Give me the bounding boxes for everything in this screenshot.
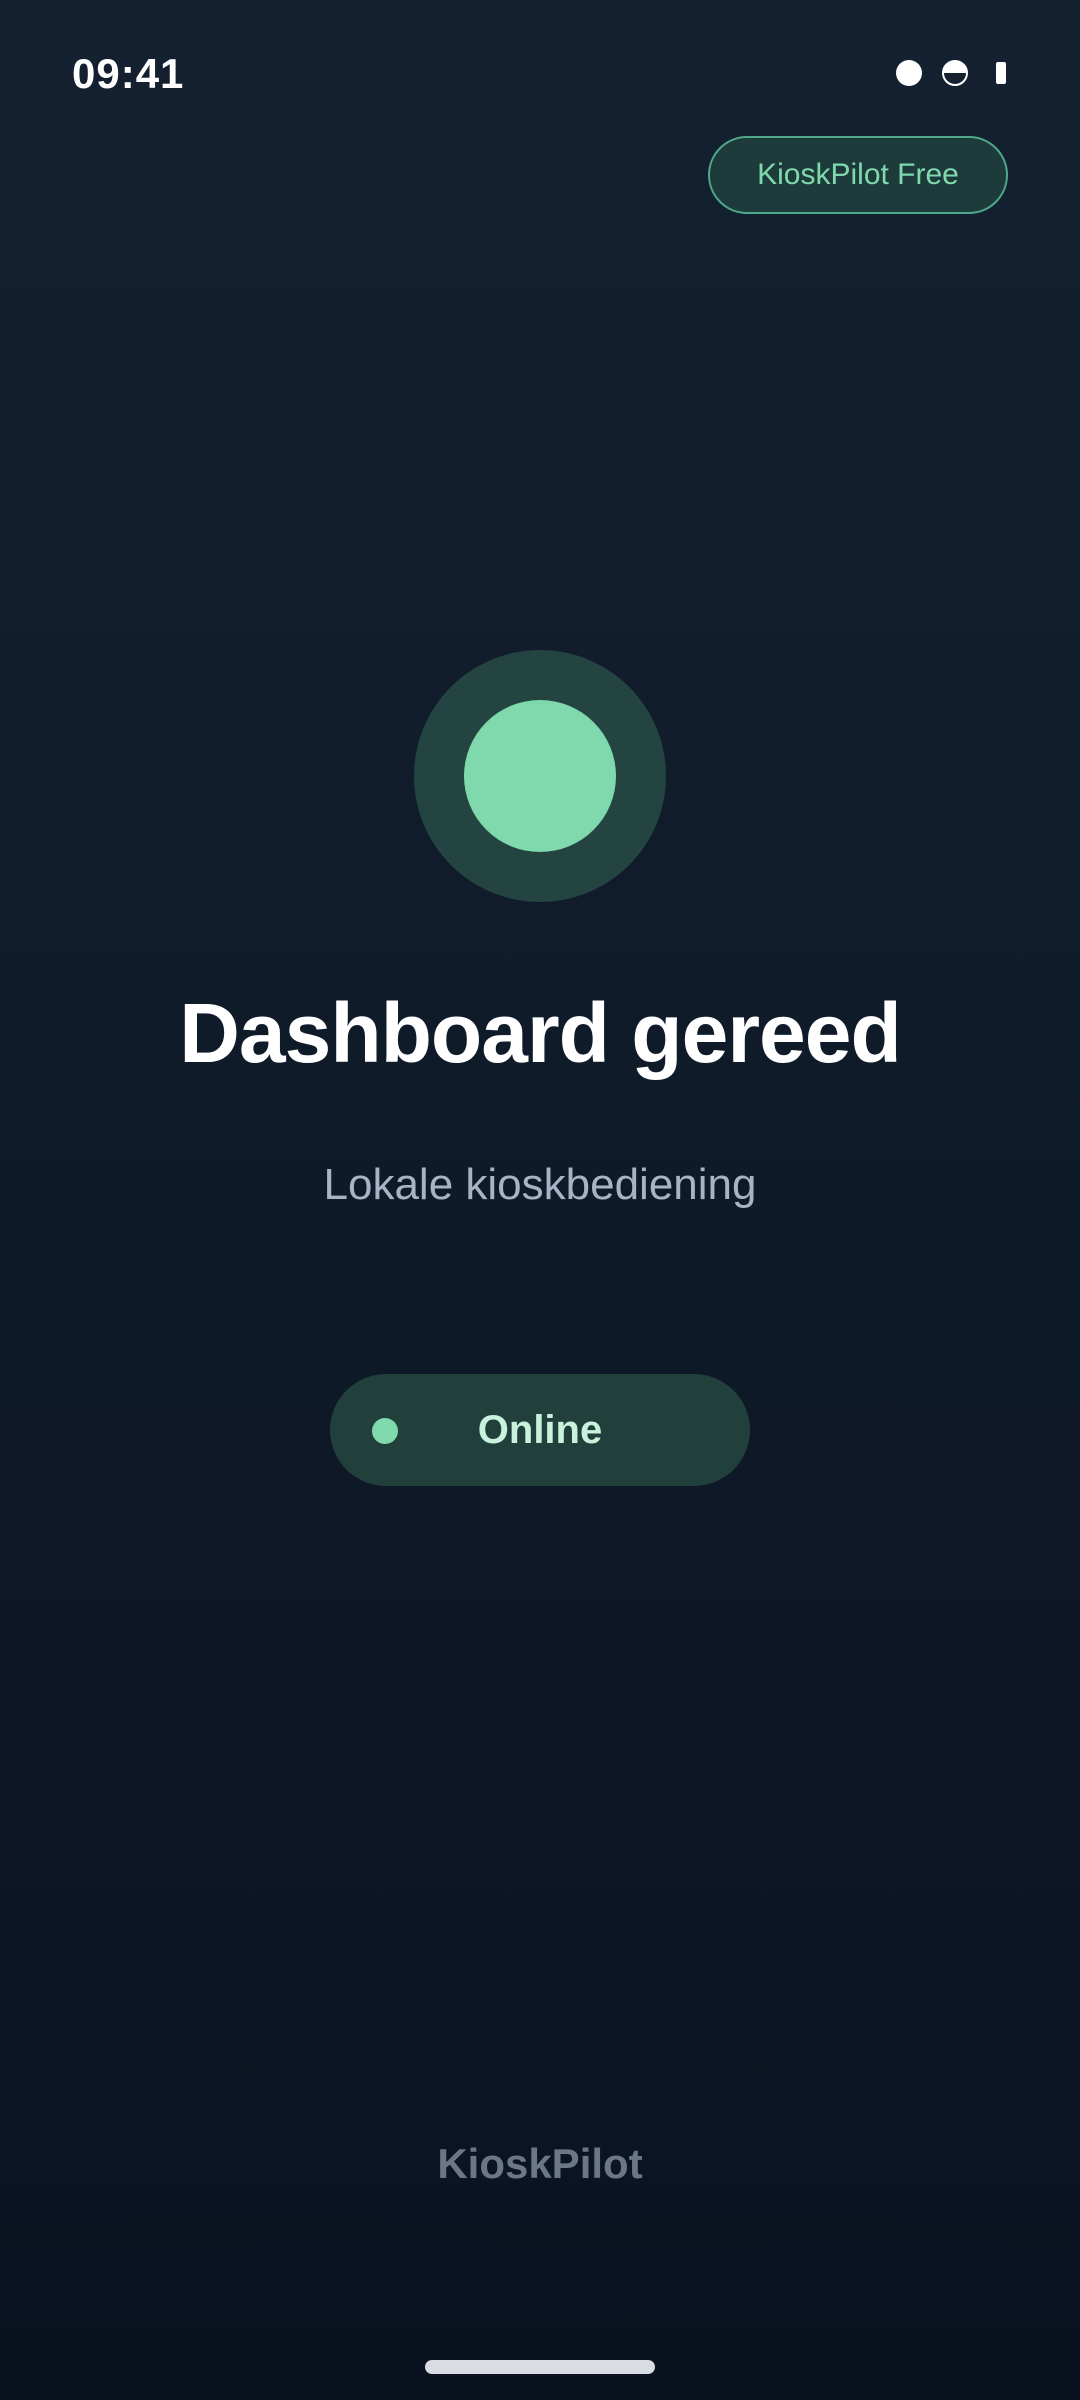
status-circle-core (464, 700, 616, 852)
online-status-label: Online (477, 1407, 603, 1452)
battery-icon (996, 62, 1006, 84)
status-icons (896, 60, 1006, 86)
footer-brand: KioskPilot (437, 2140, 643, 2187)
plan-badge-button[interactable]: KioskPilot Free (708, 136, 1008, 214)
page-title: Dashboard gereed (179, 986, 902, 1080)
signal-dot-icon (896, 60, 922, 86)
status-circle-icon (414, 650, 666, 902)
online-status-pill: Online (330, 1374, 750, 1486)
page-subtitle: Lokale kioskbediening (323, 1160, 757, 1209)
home-indicator[interactable] (425, 2360, 655, 2374)
half-circle-icon (942, 60, 968, 86)
status-time: 09:41 (72, 50, 185, 97)
